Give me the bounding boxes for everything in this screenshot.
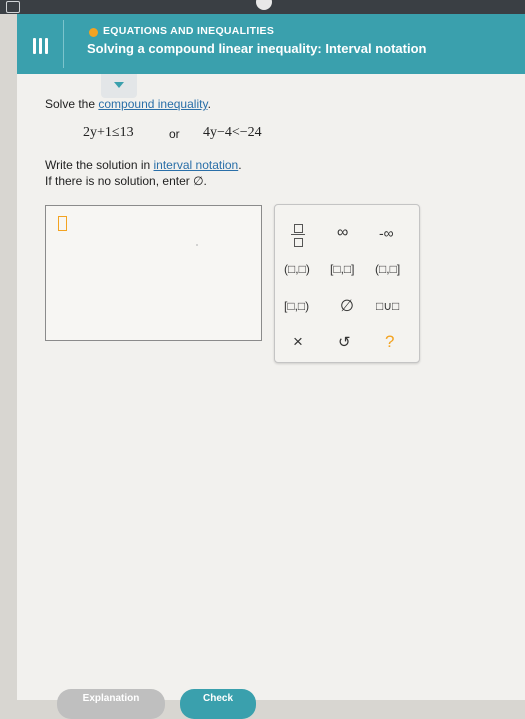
closed-closed-interval-key[interactable]: [□,□] <box>330 262 355 276</box>
neg-infinity-key[interactable]: -∞ <box>379 225 394 241</box>
compound-inequality-link[interactable]: compound inequality <box>98 97 207 111</box>
input-cursor <box>58 216 67 231</box>
undo-key[interactable]: ↺ <box>338 333 351 351</box>
intro-prefix: Solve the <box>45 97 99 111</box>
inequality-2: 4y−4<−24 <box>203 125 262 140</box>
explanation-button[interactable]: Explanation <box>57 689 165 719</box>
union-key[interactable]: □∪□ <box>376 299 399 313</box>
reload-icon[interactable] <box>256 0 272 10</box>
fraction-key[interactable] <box>291 222 305 248</box>
page: EQUATIONS AND INEQUALITIES Solving a com… <box>17 14 525 719</box>
topic-status-dot <box>89 28 98 37</box>
open-closed-interval-key[interactable]: (□,□] <box>375 262 400 276</box>
open-open-interval-key[interactable]: (□,□) <box>284 262 310 276</box>
problem-intro: Solve the compound inequality. <box>45 97 211 111</box>
no-solution-note: If there is no solution, enter ∅. <box>45 174 207 188</box>
chevron-down-icon <box>114 82 124 88</box>
intro-suffix: . <box>207 97 211 111</box>
empty-set-key[interactable]: ∅ <box>340 296 354 316</box>
instr-suffix: . <box>238 158 242 172</box>
menu-icon[interactable] <box>33 38 49 54</box>
browser-top-strip <box>0 0 525 14</box>
infinity-key[interactable]: ∞ <box>337 224 348 242</box>
header-bar: EQUATIONS AND INEQUALITIES Solving a com… <box>17 14 525 74</box>
connector-or: or <box>169 127 180 141</box>
interval-notation-link[interactable]: interval notation <box>154 158 239 172</box>
inequality-1: 2y+1≤13 <box>83 125 134 140</box>
page-title: Solving a compound linear inequality: In… <box>87 41 427 56</box>
instruction: Write the solution in interval notation. <box>45 158 242 172</box>
closed-open-interval-key[interactable]: [□,□) <box>284 299 309 313</box>
answer-input[interactable] <box>45 205 262 341</box>
header-divider <box>63 20 64 68</box>
help-key[interactable]: ? <box>385 332 394 352</box>
input-dot <box>196 244 198 246</box>
clear-key[interactable]: × <box>293 332 303 352</box>
instr-prefix: Write the solution in <box>45 158 154 172</box>
keypad: ∞ -∞ (□,□) [□,□] (□,□] [□,□) ∅ □∪□ × ↺ ? <box>274 204 420 363</box>
tabs-icon[interactable] <box>6 1 20 13</box>
check-button[interactable]: Check <box>180 689 256 719</box>
topic-label: EQUATIONS AND INEQUALITIES <box>103 25 275 37</box>
